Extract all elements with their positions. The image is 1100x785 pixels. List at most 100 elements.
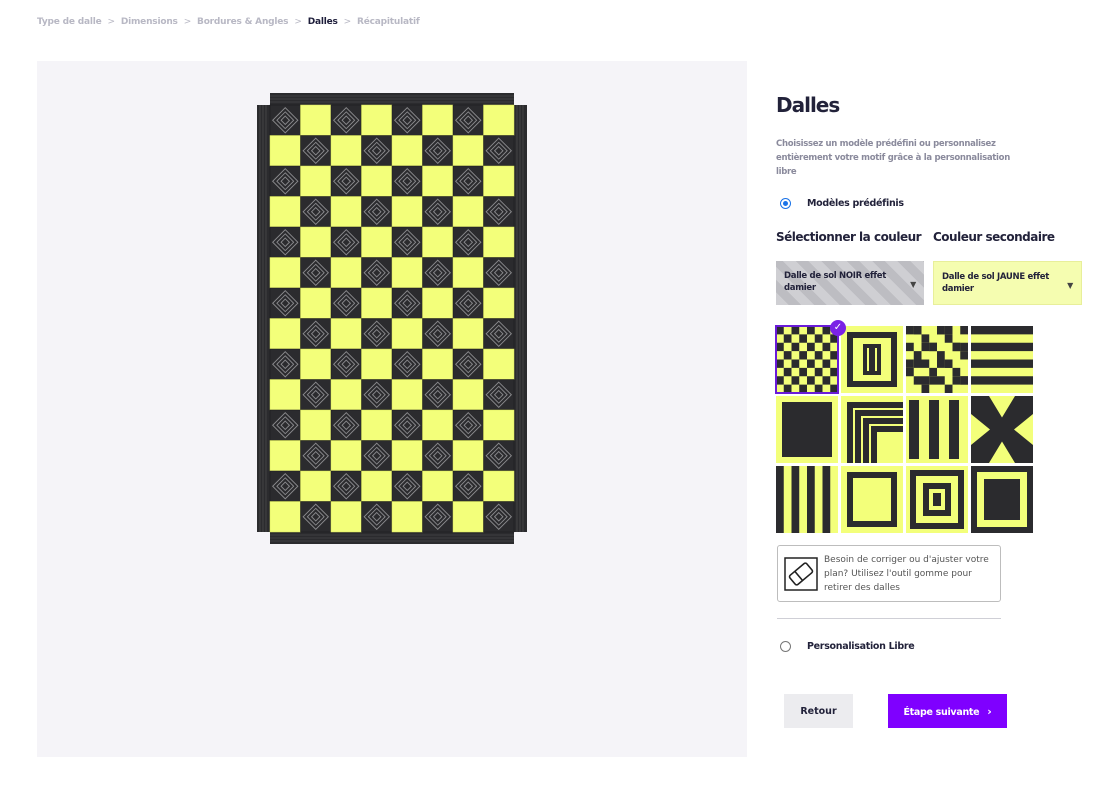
primary-color-select[interactable]: Dalle de sol NOIR effet damier ▼ bbox=[776, 261, 924, 305]
floor-tile bbox=[483, 440, 515, 472]
divider bbox=[777, 618, 1001, 619]
floor-tile bbox=[300, 287, 332, 319]
step-description: Choisissez un modèle prédéfini ou person… bbox=[776, 139, 1010, 177]
floor-tile bbox=[300, 196, 332, 228]
floor-tile bbox=[330, 409, 362, 441]
floor-tile bbox=[391, 165, 423, 197]
floor-tile bbox=[452, 318, 484, 350]
breadcrumb-dimensions[interactable]: Dimensions bbox=[121, 17, 178, 27]
secondary-color-select[interactable]: Dalle de sol JAUNE effet damier ▼ bbox=[933, 261, 1082, 305]
chevron-right-icon: › bbox=[987, 704, 992, 718]
floor-tile bbox=[269, 165, 301, 197]
floor-tile bbox=[361, 226, 393, 258]
floor-tile bbox=[452, 440, 484, 472]
floor-tile bbox=[269, 287, 301, 319]
floor-tile bbox=[422, 165, 454, 197]
floor-tile bbox=[452, 165, 484, 197]
pattern-x-cross[interactable] bbox=[971, 396, 1033, 463]
floor-tile bbox=[300, 135, 332, 167]
floor-border-left bbox=[257, 105, 270, 532]
floor-tile bbox=[330, 104, 362, 136]
floor-tile bbox=[452, 501, 484, 533]
option-free-customization[interactable]: Personalisation Libre bbox=[780, 641, 915, 652]
floor-tile bbox=[483, 257, 515, 289]
pattern-yellow-border-square[interactable] bbox=[971, 466, 1033, 533]
breadcrumb-recapitulatif[interactable]: Récapitulatif bbox=[357, 17, 420, 27]
floor-tile bbox=[330, 165, 362, 197]
floor-tile bbox=[452, 135, 484, 167]
floor-tile bbox=[452, 470, 484, 502]
floor-tile bbox=[483, 287, 515, 319]
floor-tile bbox=[269, 379, 301, 411]
pattern-vertical-bars[interactable] bbox=[906, 396, 968, 463]
dropdown-arrow-icon: ▼ bbox=[1067, 281, 1073, 290]
pattern-grid bbox=[775, 325, 1034, 540]
pattern-black-square[interactable] bbox=[776, 396, 838, 463]
floor-tile bbox=[330, 501, 362, 533]
eraser-text: Besoin de corriger ou d'ajuster votre pl… bbox=[824, 554, 989, 593]
floor-tile bbox=[483, 348, 515, 380]
free-radio[interactable] bbox=[780, 641, 791, 652]
floor-tile bbox=[300, 257, 332, 289]
floor-tile bbox=[330, 257, 362, 289]
floor-tile bbox=[269, 348, 301, 380]
selected-check-icon: ✓ bbox=[830, 320, 846, 336]
pattern-corner-lines[interactable] bbox=[841, 396, 903, 463]
floor-tile bbox=[361, 409, 393, 441]
floor-tile bbox=[391, 287, 423, 319]
pattern-hollow-square[interactable] bbox=[841, 466, 903, 533]
floor-tile bbox=[300, 440, 332, 472]
predefined-label: Modèles prédéfinis bbox=[807, 198, 904, 209]
floor-tile bbox=[391, 104, 423, 136]
floor-tile bbox=[483, 409, 515, 441]
floor-tile bbox=[269, 440, 301, 472]
floor-tile bbox=[330, 226, 362, 258]
pattern-vertical-stripes[interactable] bbox=[776, 466, 838, 533]
floor-tile bbox=[483, 379, 515, 411]
pattern-horizontal-stripes[interactable] bbox=[971, 326, 1033, 393]
floor-tile bbox=[452, 226, 484, 258]
breadcrumb-separator: > bbox=[183, 17, 192, 27]
pattern-concentric-squares[interactable] bbox=[906, 466, 968, 533]
eraser-tool[interactable]: Besoin de corriger ou d'ajuster votre pl… bbox=[777, 545, 1001, 602]
breadcrumb-separator: > bbox=[107, 17, 116, 27]
predefined-radio[interactable] bbox=[780, 198, 791, 209]
floor-tile bbox=[422, 440, 454, 472]
free-label: Personalisation Libre bbox=[807, 641, 915, 652]
floor-tile bbox=[452, 257, 484, 289]
floor-tile bbox=[361, 501, 393, 533]
floor-tile bbox=[300, 409, 332, 441]
floor-plan[interactable] bbox=[257, 93, 529, 581]
pattern-frame-bar[interactable] bbox=[841, 326, 903, 393]
floor-tile bbox=[452, 348, 484, 380]
floor-tile bbox=[330, 287, 362, 319]
floor-tile bbox=[300, 104, 332, 136]
next-step-button[interactable]: Étape suivante › bbox=[888, 694, 1007, 728]
floor-tile bbox=[300, 348, 332, 380]
floor-tile bbox=[269, 196, 301, 228]
floor-tile bbox=[269, 257, 301, 289]
floor-tile bbox=[300, 470, 332, 502]
floor-tile bbox=[361, 318, 393, 350]
primary-color-value: Dalle de sol NOIR effet damier bbox=[784, 271, 887, 293]
option-predefined-models[interactable]: Modèles prédéfinis bbox=[780, 198, 904, 209]
pattern-checkerboard[interactable] bbox=[775, 325, 839, 394]
primary-color-label: Sélectionner la couleur bbox=[776, 230, 922, 244]
breadcrumb-type-de-dalle[interactable]: Type de dalle bbox=[37, 17, 102, 27]
floor-tile bbox=[300, 379, 332, 411]
floor-tile bbox=[422, 257, 454, 289]
floor-tile bbox=[361, 379, 393, 411]
floor-tile bbox=[452, 287, 484, 319]
breadcrumb: Type de dalle > Dimensions > Bordures & … bbox=[37, 17, 420, 27]
floor-tile bbox=[391, 257, 423, 289]
floor-tile bbox=[361, 348, 393, 380]
floor-tile bbox=[391, 135, 423, 167]
back-button[interactable]: Retour bbox=[784, 694, 853, 728]
floor-tile bbox=[269, 226, 301, 258]
pattern-diagonal-stripes[interactable] bbox=[906, 326, 968, 393]
breadcrumb-bordures-angles[interactable]: Bordures & Angles bbox=[197, 17, 289, 27]
floor-tile bbox=[422, 287, 454, 319]
floor-tile bbox=[483, 470, 515, 502]
floor-tile bbox=[422, 409, 454, 441]
floor-tile bbox=[391, 318, 423, 350]
